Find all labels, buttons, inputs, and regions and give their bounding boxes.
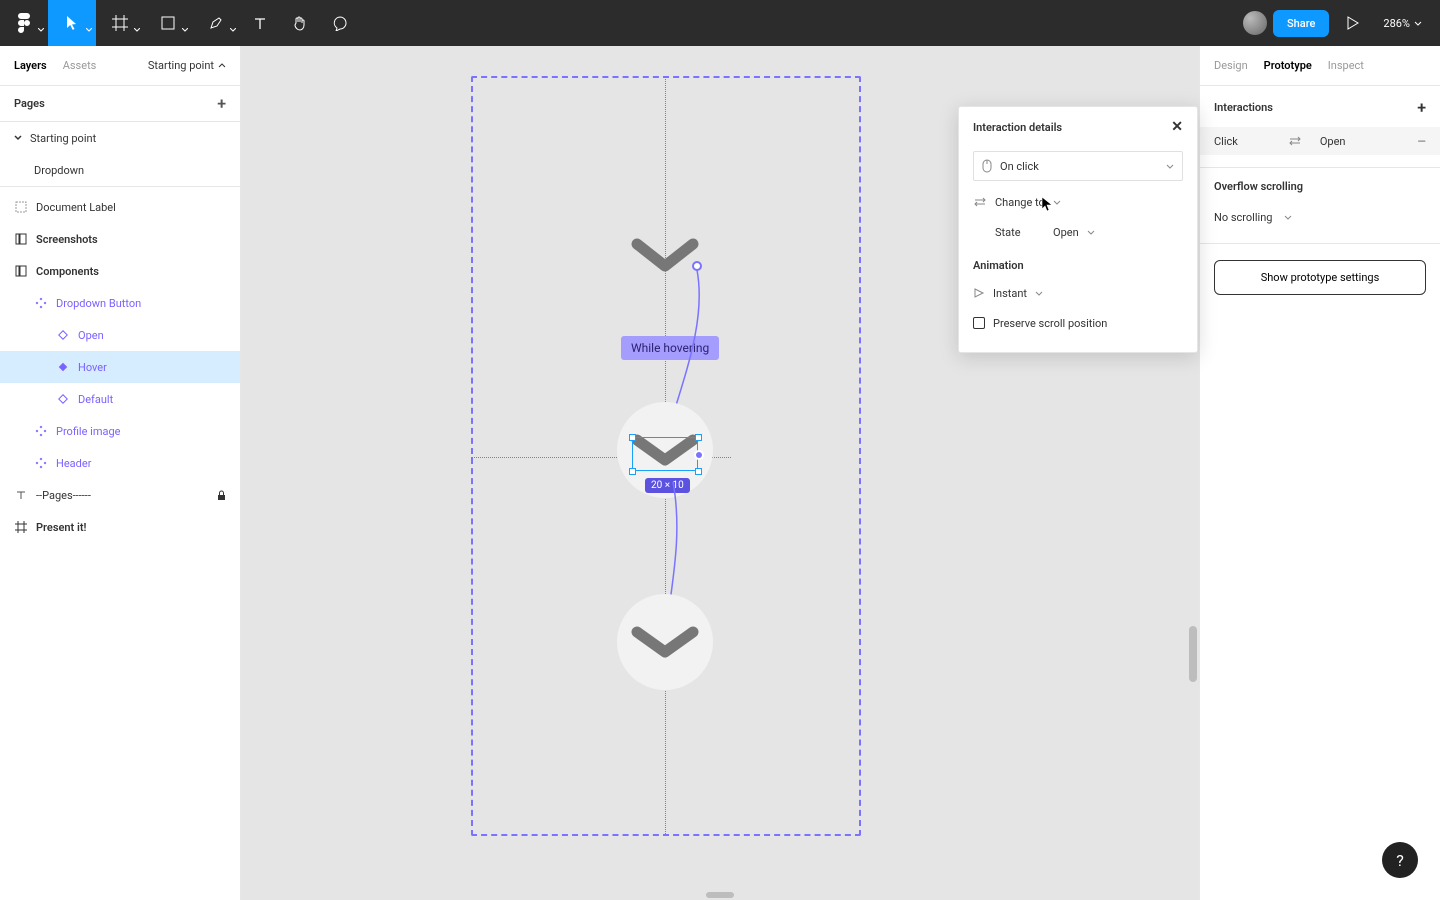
interaction-row[interactable]: Click Open —: [1200, 127, 1440, 155]
layer-variant-open[interactable]: Open: [0, 319, 240, 351]
text-tool[interactable]: [240, 0, 280, 46]
zoom-value: 286%: [1383, 17, 1410, 30]
variant-default-circle[interactable]: [617, 594, 713, 690]
lock-icon: [217, 490, 226, 501]
avatar[interactable]: [1243, 11, 1267, 35]
swap-icon: [973, 197, 987, 207]
frame-list-icon: [14, 264, 28, 278]
overflow-dropdown[interactable]: No scrolling: [1200, 203, 1440, 231]
page-selector[interactable]: Starting point: [148, 59, 226, 72]
hand-tool[interactable]: [280, 0, 320, 46]
layer-present-it[interactable]: Present it!: [0, 511, 240, 543]
interactions-section: Interactions + Click Open —: [1200, 86, 1440, 168]
tab-prototype[interactable]: Prototype: [1264, 59, 1312, 72]
tab-inspect[interactable]: Inspect: [1328, 59, 1364, 72]
canvas-scrollbar-horizontal[interactable]: [706, 892, 734, 898]
instant-icon: [973, 287, 985, 299]
selection-box: [632, 437, 698, 471]
interaction-details-popover: Interaction details ✕ On click Change to…: [958, 106, 1198, 353]
selection-handle-bl[interactable]: [629, 468, 636, 475]
size-badge: 20 × 10: [645, 478, 690, 493]
checkbox-icon: [973, 317, 985, 329]
animation-header: Animation: [973, 259, 1183, 272]
layer-screenshots[interactable]: Screenshots: [0, 223, 240, 255]
share-button[interactable]: Share: [1273, 10, 1329, 37]
selection-handle-tl[interactable]: [629, 434, 636, 441]
overflow-section: Overflow scrolling No scrolling: [1200, 168, 1440, 244]
connection-handle[interactable]: [692, 261, 702, 271]
component-set-icon: [34, 424, 48, 438]
state-dropdown[interactable]: State Open: [973, 217, 1183, 247]
layer-variant-hover[interactable]: Hover: [0, 351, 240, 383]
mouse-cursor: [1041, 196, 1053, 212]
action-dropdown[interactable]: Change to: [973, 187, 1183, 217]
layer-variant-default[interactable]: Default: [0, 383, 240, 415]
shape-tool[interactable]: [144, 0, 192, 46]
component-set-icon: [34, 296, 48, 310]
tab-assets[interactable]: Assets: [63, 59, 97, 72]
right-panel: Design Prototype Inspect Interactions + …: [1199, 46, 1440, 900]
layer-header[interactable]: Header: [0, 447, 240, 479]
move-tool[interactable]: [48, 0, 96, 46]
swap-icon: [1288, 136, 1302, 146]
pages-header: Pages +: [0, 86, 240, 122]
animation-dropdown[interactable]: Instant: [973, 278, 1183, 308]
comment-tool[interactable]: [320, 0, 360, 46]
add-interaction-button[interactable]: +: [1417, 98, 1426, 117]
tab-design[interactable]: Design: [1214, 59, 1248, 72]
variant-open[interactable]: [631, 236, 699, 276]
zoom-control[interactable]: 286%: [1377, 17, 1428, 30]
layer-document-label[interactable]: Document Label: [0, 191, 240, 223]
top-toolbar: Share 286%: [0, 0, 1440, 46]
left-panel: Layers Assets Starting point Pages + Sta…: [0, 46, 241, 900]
remove-interaction-button[interactable]: —: [1417, 135, 1426, 148]
selection-handle-tr[interactable]: [695, 434, 702, 441]
variant-icon: [56, 392, 70, 406]
layer-profile-image[interactable]: Profile image: [0, 415, 240, 447]
variant-icon: [56, 360, 70, 374]
variant-icon: [56, 328, 70, 342]
layer-components[interactable]: Components: [0, 255, 240, 287]
page-dropdown[interactable]: Dropdown: [0, 154, 240, 186]
connection-node-right[interactable]: [694, 450, 704, 460]
page-starting-point[interactable]: Starting point: [0, 122, 240, 154]
popover-title: Interaction details: [973, 121, 1062, 134]
canvas-scrollbar-vertical[interactable]: [1189, 626, 1197, 682]
help-button[interactable]: ?: [1382, 842, 1418, 878]
text-icon: [14, 488, 28, 502]
chevron-down-icon: [1166, 164, 1174, 169]
present-button[interactable]: [1335, 16, 1371, 30]
frame-list-icon: [14, 232, 28, 246]
tab-layers[interactable]: Layers: [14, 59, 47, 72]
layer-dropdown-button[interactable]: Dropdown Button: [0, 287, 240, 319]
mouse-icon: [982, 159, 992, 173]
component-set-icon: [34, 456, 48, 470]
pen-tool[interactable]: [192, 0, 240, 46]
interaction-label[interactable]: While hovering: [621, 336, 719, 360]
add-page-button[interactable]: +: [217, 94, 226, 113]
show-prototype-settings-button[interactable]: Show prototype settings: [1214, 260, 1426, 295]
layers-list: Document Label Screenshots Components Dr…: [0, 186, 240, 543]
frame-icon: [14, 520, 28, 534]
dashed-frame-icon: [14, 200, 28, 214]
selection-handle-br[interactable]: [695, 468, 702, 475]
figma-menu[interactable]: [0, 0, 48, 46]
preserve-scroll-checkbox[interactable]: Preserve scroll position: [973, 308, 1183, 338]
trigger-dropdown[interactable]: On click: [973, 151, 1183, 181]
frame-tool[interactable]: [96, 0, 144, 46]
layer-pages-divider[interactable]: --Pages------: [0, 479, 240, 511]
close-icon[interactable]: ✕: [1171, 119, 1183, 135]
